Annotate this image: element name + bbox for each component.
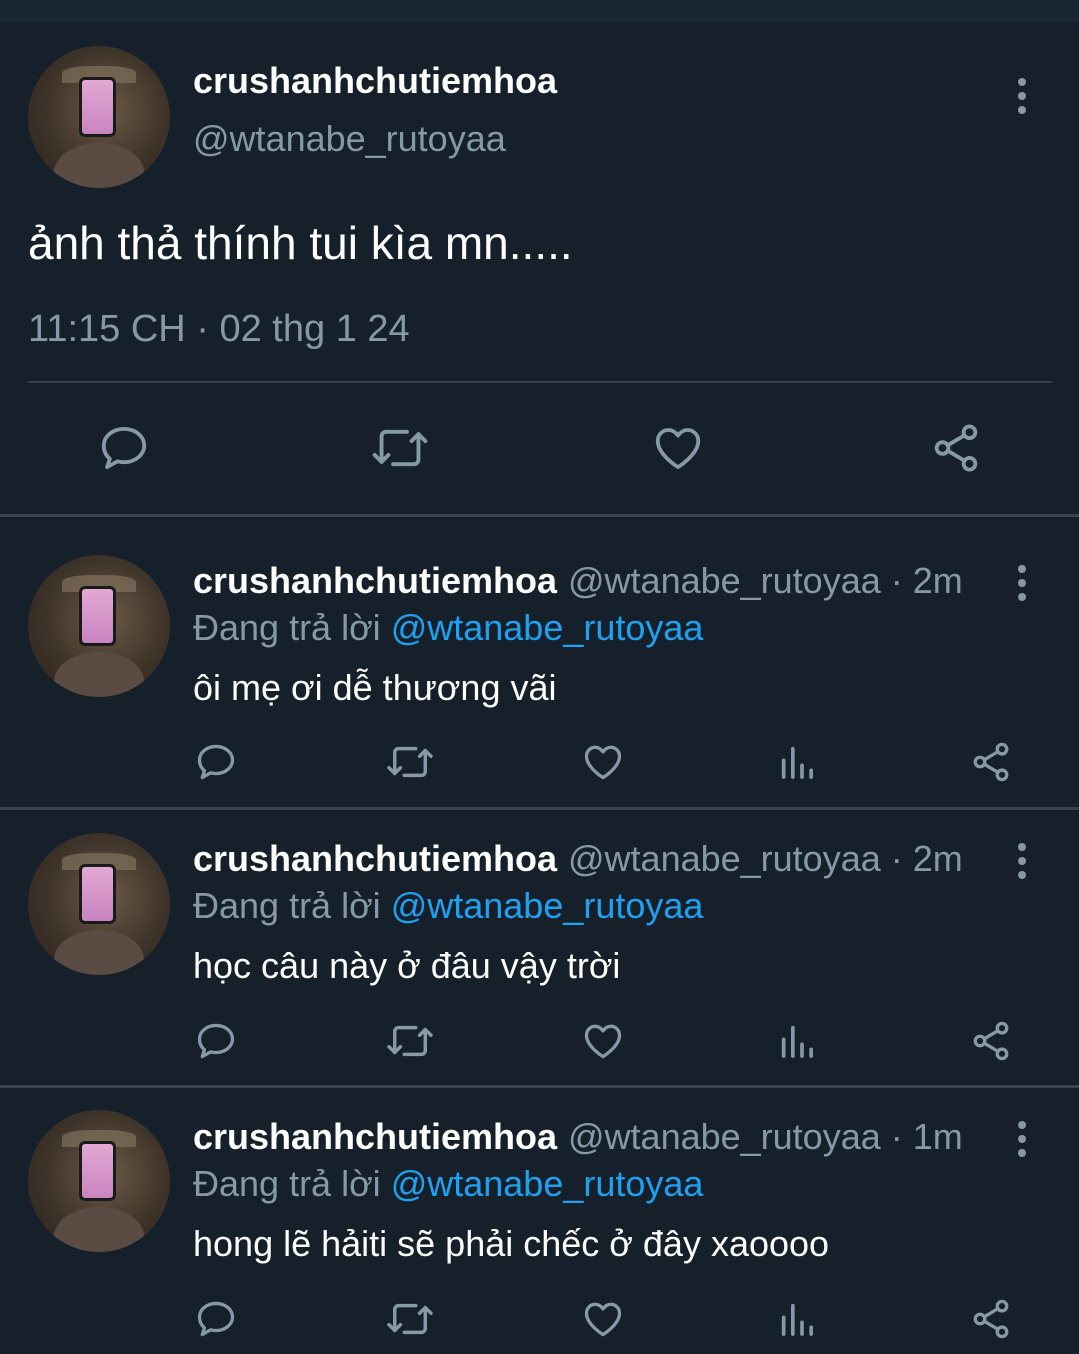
retweet-icon bbox=[387, 1025, 433, 1057]
retweet-button[interactable] bbox=[385, 1018, 435, 1064]
avatar[interactable] bbox=[28, 833, 170, 975]
comment-icon bbox=[197, 1023, 235, 1059]
replying-to: Đang trả lời @wtanabe_rutoyaa bbox=[193, 1163, 704, 1204]
heart-icon bbox=[584, 1024, 622, 1059]
mention-link[interactable]: @wtanabe_rutoyaa bbox=[391, 1163, 704, 1204]
reply-tweet[interactable]: crushanhchutiemhoa @wtanabe_rutoyaa · 1m… bbox=[0, 1088, 1079, 1354]
views-icon bbox=[781, 746, 813, 779]
share-icon bbox=[973, 1299, 1009, 1339]
display-name[interactable]: crushanhchutiemhoa bbox=[193, 60, 557, 102]
replying-to: Đang trả lời @wtanabe_rutoyaa bbox=[193, 885, 704, 926]
mention-link[interactable]: @wtanabe_rutoyaa bbox=[391, 607, 704, 648]
share-button[interactable] bbox=[968, 739, 1014, 785]
heart-icon bbox=[655, 428, 701, 470]
tweet-text: hong lẽ hảiti sẽ phải chếc ở đây xaoooo bbox=[193, 1223, 830, 1264]
retweet-icon bbox=[372, 429, 428, 467]
display-name[interactable]: crushanhchutiemhoa bbox=[193, 1116, 557, 1158]
tweet-timestamp[interactable]: 11:15 CH · 02 thg 1 24 bbox=[28, 308, 410, 351]
status-bar bbox=[0, 0, 1079, 22]
handle-time[interactable]: @wtanabe_rutoyaa · 1m bbox=[568, 1116, 963, 1158]
avatar[interactable] bbox=[28, 555, 170, 697]
views-button[interactable] bbox=[774, 1018, 820, 1064]
retweet-icon bbox=[387, 746, 433, 778]
comment-icon bbox=[197, 744, 235, 780]
tweet-text: học câu này ở đâu vậy trời bbox=[193, 945, 621, 986]
share-icon bbox=[973, 1021, 1009, 1061]
like-button[interactable] bbox=[580, 1296, 626, 1342]
user-handle[interactable]: @wtanabe_rutoyaa bbox=[193, 118, 506, 160]
retweet-button[interactable] bbox=[385, 1296, 435, 1342]
tweet-text: ảnh thả thính tui kìa mn..... bbox=[28, 217, 573, 269]
more-icon[interactable] bbox=[1017, 1121, 1027, 1157]
retweet-icon bbox=[387, 1303, 433, 1335]
views-icon bbox=[781, 1303, 813, 1336]
views-icon bbox=[781, 1025, 813, 1058]
display-name[interactable]: crushanhchutiemhoa bbox=[193, 838, 557, 880]
tweet-text: ôi mẹ ơi dễ thương vãi bbox=[193, 667, 557, 708]
comment-button[interactable] bbox=[193, 739, 239, 785]
views-button[interactable] bbox=[774, 1296, 820, 1342]
comment-icon bbox=[101, 426, 147, 470]
divider bbox=[28, 381, 1052, 383]
share-button[interactable] bbox=[968, 1296, 1014, 1342]
comment-button[interactable] bbox=[193, 1018, 239, 1064]
avatar[interactable] bbox=[28, 1110, 170, 1252]
reply-tweet[interactable]: crushanhchutiemhoa @wtanabe_rutoyaa · 2m… bbox=[0, 810, 1079, 1088]
more-icon[interactable] bbox=[1017, 843, 1027, 879]
mention-link[interactable]: @wtanabe_rutoyaa bbox=[391, 885, 704, 926]
more-icon[interactable] bbox=[1017, 565, 1027, 601]
comment-icon bbox=[197, 1301, 235, 1337]
avatar[interactable] bbox=[28, 46, 170, 188]
share-button[interactable] bbox=[968, 1018, 1014, 1064]
comment-button[interactable] bbox=[94, 418, 154, 478]
reply-tweet[interactable]: crushanhchutiemhoa @wtanabe_rutoyaa · 2m… bbox=[0, 517, 1079, 795]
like-button[interactable] bbox=[648, 418, 708, 478]
like-button[interactable] bbox=[580, 1018, 626, 1064]
heart-icon bbox=[584, 1302, 622, 1337]
like-button[interactable] bbox=[580, 739, 626, 785]
share-icon bbox=[973, 742, 1009, 782]
more-icon[interactable] bbox=[1017, 78, 1027, 114]
replying-to: Đang trả lời @wtanabe_rutoyaa bbox=[193, 607, 704, 648]
display-name[interactable]: crushanhchutiemhoa bbox=[193, 560, 557, 602]
main-tweet: crushanhchutiemhoa @wtanabe_rutoyaa ảnh … bbox=[0, 22, 1079, 516]
comment-button[interactable] bbox=[193, 1296, 239, 1342]
retweet-button[interactable] bbox=[385, 739, 435, 785]
views-button[interactable] bbox=[774, 739, 820, 785]
share-icon bbox=[934, 424, 978, 472]
share-button[interactable] bbox=[926, 418, 986, 478]
heart-icon bbox=[584, 745, 622, 780]
handle-time[interactable]: @wtanabe_rutoyaa · 2m bbox=[568, 560, 963, 602]
retweet-button[interactable] bbox=[370, 418, 430, 478]
handle-time[interactable]: @wtanabe_rutoyaa · 2m bbox=[568, 838, 963, 880]
